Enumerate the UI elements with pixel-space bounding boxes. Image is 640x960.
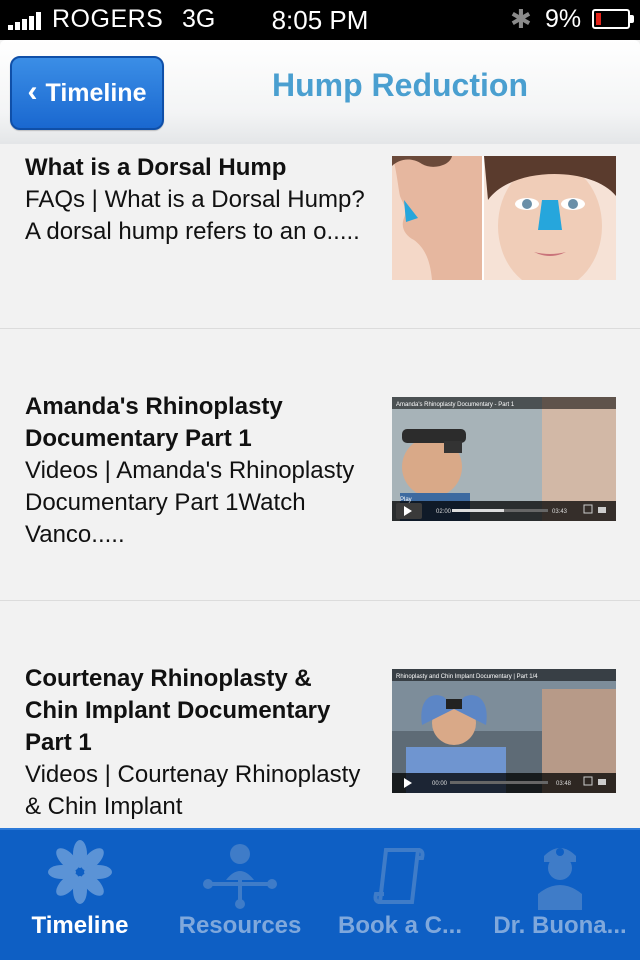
nose-illustration-image <box>392 156 616 280</box>
status-bar: ROGERS 3G 8:05 PM ✱ 9% <box>0 0 640 40</box>
chevron-left-icon: ‹ <box>27 74 38 108</box>
item-description: Videos | Courtenay Rhinoplasty & Chin Im… <box>25 761 361 820</box>
tab-timeline[interactable]: Timeline <box>0 830 160 960</box>
bluetooth-icon: ✱ <box>510 4 532 34</box>
network-icon <box>203 844 277 909</box>
list-item[interactable]: Amanda's Rhinoplasty Documentary Part 1 … <box>0 329 640 601</box>
list-item[interactable]: What is a Dorsal Hump FAQs | What is a D… <box>0 144 640 329</box>
battery-icon <box>592 9 634 29</box>
doctor-icon <box>538 848 582 910</box>
article-list[interactable]: What is a Dorsal Hump FAQs | What is a D… <box>0 144 640 828</box>
tab-resources[interactable]: Resources <box>160 830 320 960</box>
page-title: Hump Reduction <box>272 67 528 103</box>
play-label: Play <box>400 497 412 503</box>
battery-percentage: 9% <box>545 5 582 33</box>
item-title: Courtenay Rhinoplasty & Chin Implant Doc… <box>25 665 331 756</box>
video-thumbnail[interactable]: Amanda's Rhinoplasty Documentary - Part … <box>392 397 616 521</box>
item-description: FAQs | What is a Dorsal Hump?A dorsal hu… <box>25 186 365 245</box>
item-description: Videos | Amanda's Rhinoplasty Documentar… <box>25 457 355 548</box>
tab-label: Timeline <box>31 912 129 939</box>
item-title: What is a Dorsal Hump <box>25 154 287 181</box>
time-total: 03:43 <box>552 509 568 515</box>
back-button-label: Timeline <box>45 78 147 107</box>
back-button[interactable]: ‹ Timeline <box>10 56 164 130</box>
tab-label: Book a C... <box>337 912 463 939</box>
flower-icon <box>48 840 112 904</box>
list-item[interactable]: Courtenay Rhinoplasty & Chin Implant Doc… <box>0 601 640 828</box>
item-title: Amanda's Rhinoplasty Documentary Part 1 <box>25 393 283 452</box>
navigation-bar: ‹ Timeline Hump Reduction <box>0 40 640 144</box>
tab-label: Resources <box>178 912 302 939</box>
clock: 8:05 PM <box>271 5 369 35</box>
video-caption: Rhinoplasty and Chin Implant Documentary… <box>396 674 538 680</box>
scroll-icon <box>373 848 425 904</box>
tab-book-consultation[interactable]: Book a C... <box>320 830 480 960</box>
time-elapsed: 00:00 <box>432 781 448 787</box>
video-thumbnail[interactable]: Rhinoplasty and Chin Implant Documentary… <box>392 669 616 793</box>
tab-label: Dr. Buona... <box>493 912 627 939</box>
time-total: 03:48 <box>556 781 572 787</box>
tab-doctor[interactable]: Dr. Buona... <box>480 830 640 960</box>
video-caption: Amanda's Rhinoplasty Documentary - Part … <box>396 402 515 408</box>
tab-bar: Timeline Resources Book a C... Dr. Buona… <box>0 828 640 960</box>
time-elapsed: 02:00 <box>436 509 452 515</box>
